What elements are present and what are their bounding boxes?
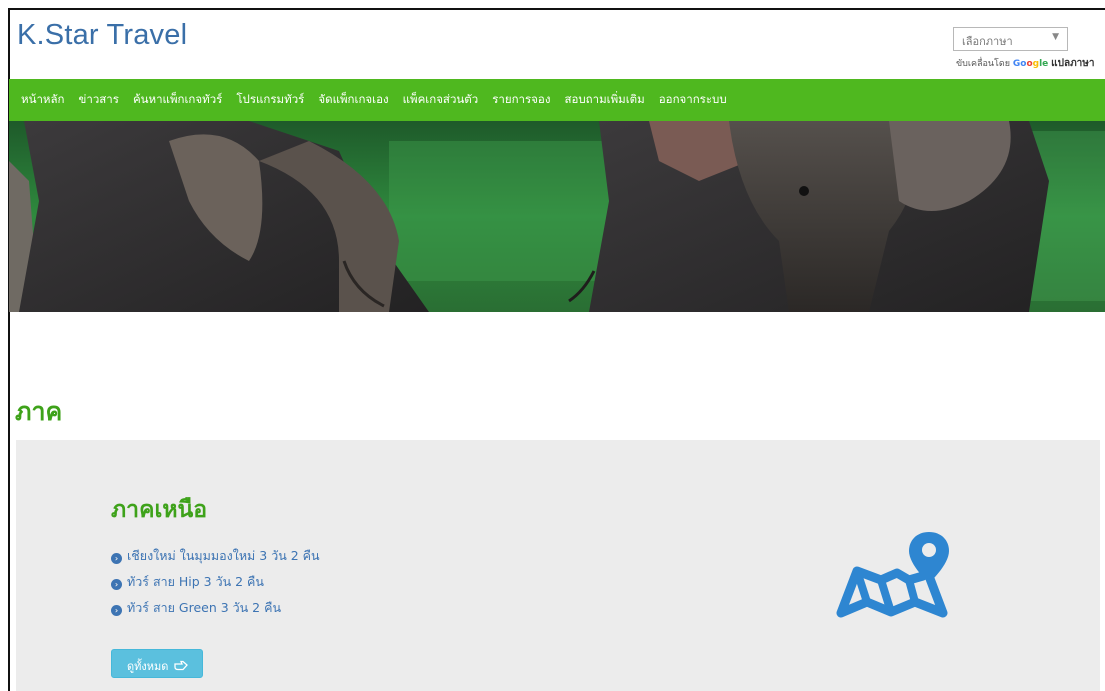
tour-link[interactable]: › เชียงใหม่ ในมุมมองใหม่ 3 วัน 2 คืน [111,543,320,569]
chevron-circle-right-icon: › [111,553,122,564]
nav-item[interactable]: แพ็คเกจส่วนตัว [396,91,486,109]
nav-item[interactable]: หน้าหลัก [14,91,72,109]
nav-item[interactable]: สอบถามเพิ่มเติม [557,91,651,109]
powered-by-label: ขับเคลื่อนโดย [956,59,1010,69]
nav-item[interactable]: โปรแกรมทัวร์ [229,91,311,109]
main-nav: หน้าหลัก ข่าวสาร ค้นหาแพ็กเกจทัวร์ โปรแกรมท… [9,79,1105,121]
tour-links: › เชียงใหม่ ในมุมมองใหม่ 3 วัน 2 คืน › ทัวร… [111,543,320,621]
hero-banner-elephants [9,121,1105,312]
nav-item[interactable]: รายการจอง [485,91,557,109]
nav-item[interactable]: จัดแพ็กเกจเอง [311,91,395,109]
chevron-down-icon: ▼ [1052,32,1059,42]
region-card-north: ภาคเหนือ › เชียงใหม่ ในมุมมองใหม่ 3 วัน 2… [16,440,1100,691]
nav-item[interactable]: ค้นหาแพ็กเกจทัวร์ [126,91,229,109]
map-pin-icon [836,532,949,618]
translate-link[interactable]: แปลภาษา [1051,58,1094,69]
chevron-circle-right-icon: › [111,605,122,616]
site-logo[interactable]: K.Star Travel [17,19,187,52]
tour-link[interactable]: › ทัวร์ สาย Hip 3 วัน 2 คืน [111,569,320,595]
tour-link-label: ทัวร์ สาย Green 3 วัน 2 คืน [127,600,282,615]
google-logo[interactable]: Google [1013,59,1048,69]
google-translate-credit: ขับเคลื่อนโดย Google แปลภาษา [956,56,1095,71]
hand-pointing-right-icon [174,660,188,671]
language-select-value: เลือกภาษา [962,35,1013,48]
view-all-button[interactable]: ดูทั้งหมด [111,649,203,678]
hero-image [9,121,1105,312]
chevron-circle-right-icon: › [111,579,122,590]
nav-list: หน้าหลัก ข่าวสาร ค้นหาแพ็กเกจทัวร์ โปรแกรมท… [9,79,1105,121]
nav-item[interactable]: ข่าวสาร [72,91,126,109]
section-title: ภาค [15,397,63,426]
view-all-label: ดูทั้งหมด [127,660,169,673]
tour-link-label: ทัวร์ สาย Hip 3 วัน 2 คืน [127,574,264,589]
language-select[interactable]: เลือกภาษา ▼ [953,27,1068,51]
nav-item[interactable]: ออกจากระบบ [652,91,734,109]
tour-link[interactable]: › ทัวร์ สาย Green 3 วัน 2 คืน [111,595,320,621]
region-title: ภาคเหนือ [111,497,208,523]
tour-link-label: เชียงใหม่ ในมุมมองใหม่ 3 วัน 2 คืน [127,548,320,563]
